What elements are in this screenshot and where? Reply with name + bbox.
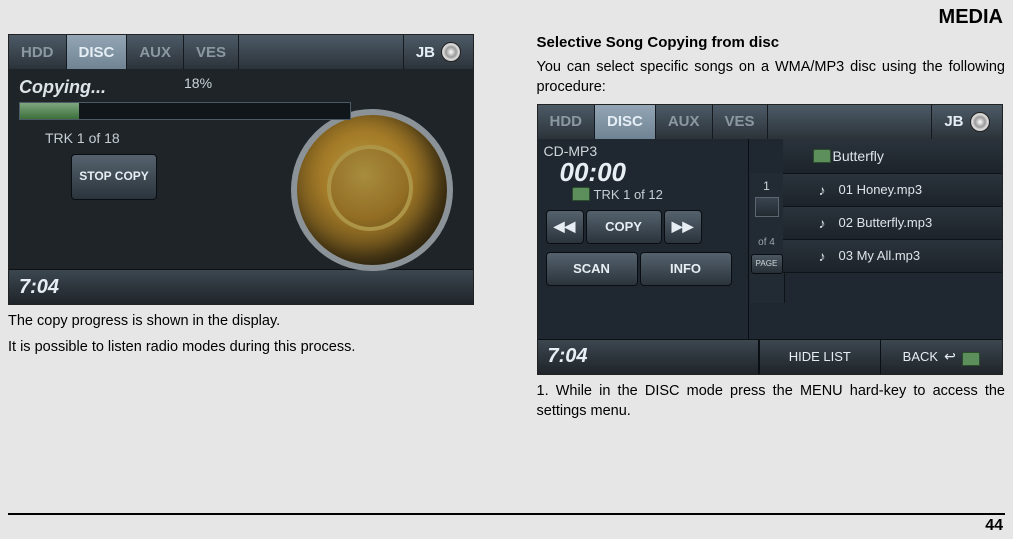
left-caption-2: It is possible to listen radio modes dur… (8, 337, 477, 357)
clock-2: 7:04 (538, 340, 759, 374)
list-item[interactable]: ♪ 01 Honey.mp3 (783, 174, 1002, 207)
list-pane: Butterfly ♪ 01 Honey.mp3 ♪ 02 Butterfly.… (783, 139, 1002, 339)
right-column: Selective Song Copying from disc You can… (537, 34, 1006, 421)
tab-ves-2[interactable]: VES (713, 105, 768, 139)
pager-current: 1 (750, 173, 784, 193)
clock-bar: 7:04 (9, 269, 473, 304)
song-list-screen: HDD DISC AUX VES JB CD-MP3 00:00 TRK 1 o… (537, 104, 1003, 375)
page-button[interactable]: PAGE (751, 254, 783, 274)
folder-open-icon (813, 149, 831, 163)
tab-ves[interactable]: VES (184, 35, 239, 69)
source-tabs-2: HDD DISC AUX VES JB (538, 105, 1002, 139)
note-icon: ♪ (819, 182, 826, 198)
copy-screen-body: Copying... 18% TRK 1 of 18 STOP COPY (9, 69, 473, 269)
elapsed-time: 00:00 (538, 159, 748, 185)
folder-icon (572, 187, 590, 201)
info-button[interactable]: INFO (640, 252, 732, 286)
song-label: 01 Honey.mp3 (839, 182, 923, 197)
scan-info-row: SCAN INFO (546, 252, 748, 286)
next-button[interactable]: ▶▶ (664, 210, 702, 244)
right-subhead: Selective Song Copying from disc (537, 34, 1006, 51)
list-item[interactable]: ♪ 02 Butterfly.mp3 (783, 207, 1002, 240)
chrysler-badge-inner-icon (327, 145, 413, 231)
footer-divider (8, 513, 1005, 515)
progress-fill (20, 103, 79, 119)
jb-label-2: JB (944, 113, 963, 130)
song-label: 03 My All.mp3 (839, 248, 921, 263)
tab-disc[interactable]: DISC (67, 35, 128, 69)
jb-label: JB (416, 44, 435, 61)
track-counter-2: TRK 1 of 12 (538, 185, 748, 202)
folder-name: Butterfly (833, 148, 884, 164)
cdmp3-label: CD-MP3 (538, 139, 748, 159)
chrysler-badge-icon (291, 109, 453, 271)
folder-row[interactable]: Butterfly (783, 139, 1002, 174)
stop-copy-button[interactable]: STOP COPY (71, 154, 157, 200)
page-number: 44 (985, 517, 1003, 535)
playback-pane: CD-MP3 00:00 TRK 1 of 12 ◀◀ COPY ▶▶ SCAN… (538, 139, 749, 339)
tab-aux-2[interactable]: AUX (656, 105, 713, 139)
left-caption-1: The copy progress is shown in the displa… (8, 311, 477, 331)
progress-bar (19, 102, 351, 120)
copy-button[interactable]: COPY (586, 210, 662, 244)
note-icon: ♪ (819, 215, 826, 231)
jb-disc-icon-2 (970, 112, 990, 132)
song-label: 02 Butterfly.mp3 (839, 215, 933, 230)
copying-label: Copying... (9, 69, 473, 98)
list-item[interactable]: ♪ 03 My All.mp3 (783, 240, 1002, 273)
back-arrow-icon: ↩ (944, 348, 956, 365)
tab-disc-2[interactable]: DISC (595, 105, 656, 139)
back-label: BACK (903, 349, 938, 364)
right-caption-1: 1. While in the DISC mode press the MENU… (537, 381, 1006, 422)
content-columns: HDD DISC AUX VES JB Copying... 18% TRK 1 (0, 0, 1013, 421)
jb-disc-icon (441, 42, 461, 62)
back-button[interactable]: BACK ↩ (880, 340, 1002, 374)
prev-button[interactable]: ◀◀ (546, 210, 584, 244)
transport-row: ◀◀ COPY ▶▶ (546, 210, 748, 244)
scan-button[interactable]: SCAN (546, 252, 638, 286)
pager: 1 of 4 PAGE (750, 173, 785, 303)
tab-aux[interactable]: AUX (127, 35, 184, 69)
note-icon: ♪ (819, 248, 826, 264)
clock: 7:04 (9, 276, 59, 299)
right-intro: You can select specific songs on a WMA/M… (537, 57, 1006, 98)
copy-progress-screen: HDD DISC AUX VES JB Copying... 18% TRK 1 (8, 34, 474, 305)
page-header-title: MEDIA (939, 6, 1003, 29)
list-screen-body: CD-MP3 00:00 TRK 1 of 12 ◀◀ COPY ▶▶ SCAN… (538, 139, 1002, 339)
source-tabs: HDD DISC AUX VES JB (9, 35, 473, 69)
tab-hdd-2[interactable]: HDD (538, 105, 596, 139)
pager-thumb-icon[interactable] (755, 197, 779, 217)
tab-jb[interactable]: JB (403, 35, 473, 69)
tab-jb-2[interactable]: JB (931, 105, 1001, 139)
folder-icon (962, 352, 980, 366)
pager-of: of 4 (750, 237, 784, 248)
tab-hdd[interactable]: HDD (9, 35, 67, 69)
left-column: HDD DISC AUX VES JB Copying... 18% TRK 1 (8, 34, 477, 421)
hide-list-button[interactable]: HIDE LIST (759, 340, 881, 374)
bottom-bar: 7:04 HIDE LIST BACK ↩ (538, 339, 1002, 374)
progress-percent: 18% (184, 75, 212, 91)
track-info-text: TRK 1 of 12 (594, 187, 663, 202)
